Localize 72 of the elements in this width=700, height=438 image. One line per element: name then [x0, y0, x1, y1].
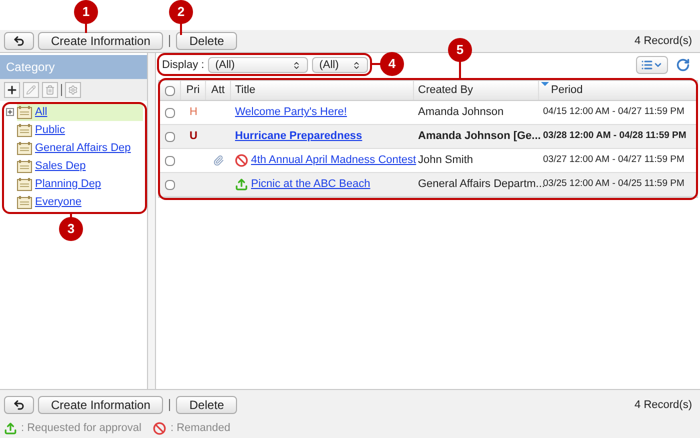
category-item[interactable]: Public — [17, 121, 143, 139]
category-item[interactable]: All — [17, 103, 143, 121]
expand-icon[interactable] — [6, 108, 14, 116]
priority-mark: U — [190, 129, 198, 144]
title-link[interactable]: Picnic at the ABC Beach — [251, 176, 370, 193]
refresh-icon[interactable] — [676, 58, 690, 72]
creator-name: Amanda Johnson [Ge... — [418, 129, 541, 144]
column-header[interactable]: Att — [211, 82, 225, 99]
prohibited-icon — [153, 422, 166, 435]
caret-icon — [653, 60, 663, 70]
row-checkbox[interactable] — [165, 108, 175, 118]
display-label: Display : — [162, 58, 204, 73]
back-icon — [13, 35, 25, 47]
row-checkbox[interactable] — [165, 156, 175, 166]
callout-marker: 5 — [448, 38, 472, 62]
filter-select[interactable]: (All) — [312, 57, 368, 73]
title-link[interactable]: Hurricane Preparedness — [235, 128, 362, 145]
upload-icon — [4, 422, 17, 435]
period-text: 03/28 12:00 AM - 04/28 11:59 PM — [543, 129, 686, 144]
calendar-folder-icon — [17, 142, 32, 154]
title-link[interactable]: 4th Annual April Madness Contest — [251, 152, 416, 169]
record-count: 4 Record(s) — [634, 34, 692, 49]
category-link[interactable]: Sales Dep — [35, 158, 86, 174]
category-link[interactable]: Public — [35, 122, 65, 138]
calendar-folder-icon — [17, 124, 32, 136]
row-checkbox[interactable] — [165, 180, 175, 190]
category-link[interactable]: General Affairs Dep — [35, 140, 131, 156]
period-text: 04/15 12:00 AM - 04/27 11:59 PM — [543, 105, 684, 120]
category-link[interactable]: All — [35, 104, 48, 120]
splitter-handle[interactable] — [148, 53, 156, 389]
back-button[interactable] — [4, 396, 34, 414]
view-menu-button[interactable] — [636, 56, 668, 74]
category-item[interactable]: Sales Dep — [17, 157, 143, 175]
column-header[interactable]: Pri — [186, 82, 200, 99]
column-header[interactable]: Period — [551, 82, 583, 99]
title-link[interactable]: Welcome Party's Here! — [235, 104, 347, 121]
category-item[interactable]: Everyone — [17, 193, 143, 211]
calendar-folder-icon — [17, 196, 32, 208]
back-button[interactable] — [4, 32, 34, 50]
filter-select[interactable]: (All) — [208, 57, 308, 73]
calendar-folder-icon — [17, 106, 32, 118]
delete-icon[interactable] — [42, 82, 58, 98]
back-icon — [13, 399, 25, 411]
category-header: Category — [0, 55, 147, 79]
category-link[interactable]: Planning Dep — [35, 176, 102, 192]
settings-icon[interactable] — [65, 82, 81, 98]
create-button[interactable]: Create Information — [38, 396, 164, 414]
legend-text: : Requested for approval — [21, 421, 142, 436]
list-icon — [641, 59, 653, 71]
create-button[interactable]: Create Information — [38, 32, 164, 50]
period-text: 03/25 12:00 AM - 04/25 11:59 PM — [543, 177, 684, 192]
legend-text: : Remanded — [170, 421, 230, 436]
row-checkbox[interactable] — [165, 132, 175, 142]
creator-name: General Affairs Departm... — [418, 177, 545, 192]
period-text: 03/27 12:00 AM - 04/27 11:59 PM — [543, 153, 684, 168]
category-item[interactable]: Planning Dep — [17, 175, 143, 193]
category-item[interactable]: General Affairs Dep — [17, 139, 143, 157]
creator-name: Amanda Johnson — [418, 105, 504, 120]
column-header[interactable]: Title — [235, 82, 256, 99]
delete-button[interactable]: Delete — [176, 32, 238, 50]
select-all-checkbox[interactable] — [164, 86, 174, 96]
updown-icon — [292, 60, 302, 70]
add-icon[interactable] — [4, 82, 20, 98]
column-header[interactable]: Created By — [418, 82, 474, 99]
category-link[interactable]: Everyone — [35, 194, 82, 210]
delete-button[interactable]: Delete — [176, 396, 238, 414]
calendar-folder-icon — [17, 178, 32, 190]
record-count: 4 Record(s) — [634, 398, 692, 413]
creator-name: John Smith — [418, 153, 474, 168]
calendar-folder-icon — [17, 160, 32, 172]
updown-icon — [352, 60, 362, 70]
priority-mark: H — [190, 105, 198, 120]
